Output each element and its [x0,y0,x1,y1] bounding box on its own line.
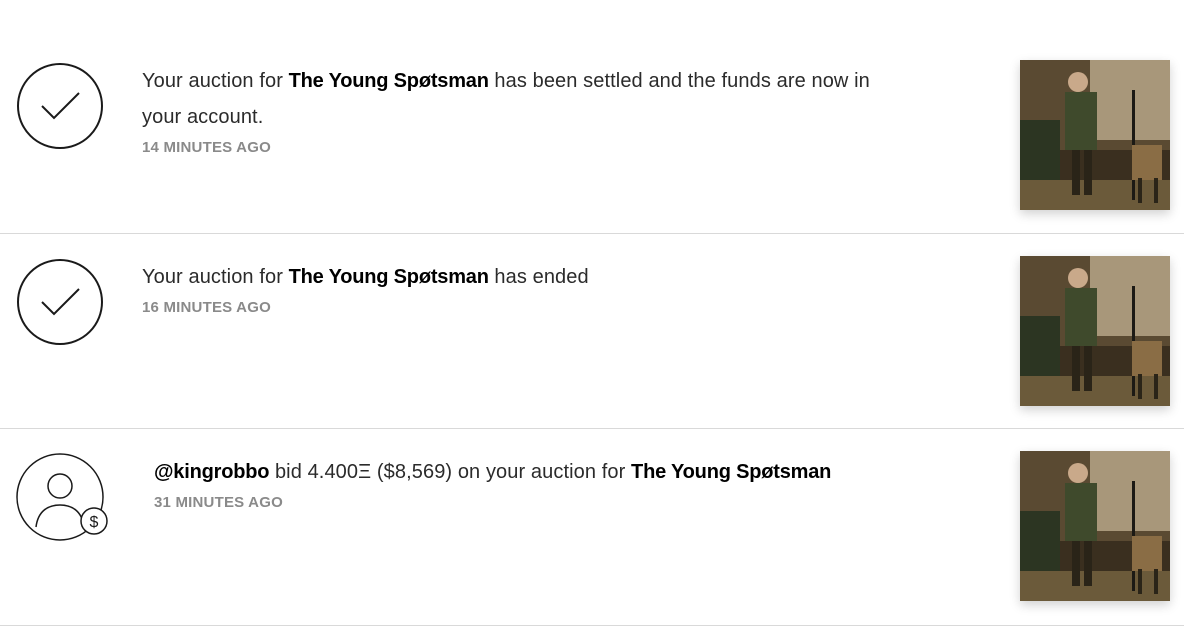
artwork-thumbnail[interactable] [1020,451,1170,601]
notification-message: Your auction for The Young Spøtsman has … [142,259,902,295]
artwork-link[interactable]: The Young Spøtsman [631,461,831,483]
check-circle-icon [16,62,104,150]
artwork-link[interactable]: The Young Spøtsman [289,266,489,288]
notification-message: @kingrobbo bid 4.400Ξ ($8,569) on your a… [154,454,914,490]
notification-time: 16 MINUTES AGO [142,299,271,316]
user-bid-icon: $ [16,453,108,541]
svg-text:$: $ [90,514,99,531]
notification-text: Your auction for The Young Spøtsman has … [142,63,902,156]
notification-row[interactable]: $ @kingrobbo bid 4.400Ξ ($8,569) on your… [0,429,1184,626]
artwork-link[interactable]: The Young Spøtsman [289,70,489,92]
notification-text: @kingrobbo bid 4.400Ξ ($8,569) on your a… [154,454,914,511]
artwork-thumbnail[interactable] [1020,256,1170,406]
message-suffix: has ended [488,266,589,288]
notification-row[interactable]: Your auction for The Young Spøtsman has … [0,234,1184,429]
message-prefix: Your auction for [142,266,289,288]
user-link[interactable]: @kingrobbo [154,461,269,483]
notification-row[interactable]: Your auction for The Young Spøtsman has … [0,38,1184,234]
notification-feed: Your auction for The Young Spøtsman has … [0,38,1184,626]
notification-time: 31 MINUTES AGO [154,494,283,511]
notification-message: Your auction for The Young Spøtsman has … [142,63,902,135]
notification-time: 14 MINUTES AGO [142,139,271,156]
notification-text: Your auction for The Young Spøtsman has … [142,259,902,316]
artwork-thumbnail[interactable] [1020,60,1170,210]
bid-text: bid 4.400Ξ ($8,569) on your auction for [269,461,632,483]
check-circle-icon [16,258,104,346]
message-prefix: Your auction for [142,70,289,92]
